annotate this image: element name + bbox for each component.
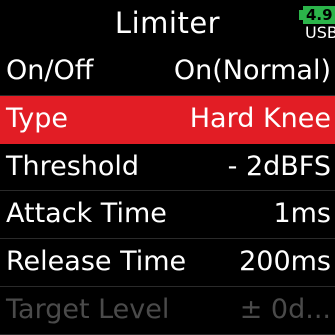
power-source-label: USB bbox=[305, 23, 335, 42]
menu-item-value: 200ms bbox=[239, 246, 331, 278]
menu-item-label: Threshold bbox=[6, 150, 140, 182]
battery-icon: 4.9 USB bbox=[299, 6, 335, 42]
menu-item-label: On/Off bbox=[6, 55, 94, 86]
menu-item-value: - 2dBFS bbox=[227, 150, 331, 182]
screen-title: Limiter bbox=[114, 6, 221, 40]
menu-item-value: 1ms bbox=[273, 198, 331, 230]
limiter-menu: On/Off On(Normal) Type Hard Knee Thresho… bbox=[0, 48, 335, 335]
menu-item-target-level: Target Level ± 0d... bbox=[0, 287, 335, 335]
menu-item-value: ± 0d... bbox=[239, 293, 331, 325]
menu-item-label: Release Time bbox=[6, 246, 187, 278]
menu-item-value: Hard Knee bbox=[189, 102, 331, 134]
menu-item-threshold[interactable]: Threshold - 2dBFS bbox=[0, 144, 335, 192]
menu-item-value: On(Normal) bbox=[173, 55, 331, 86]
header-bar: Limiter 4.9 USB bbox=[0, 0, 335, 48]
battery-voltage: 4.9 bbox=[303, 6, 335, 24]
menu-item-release-time[interactable]: Release Time 200ms bbox=[0, 239, 335, 287]
menu-item-label: Target Level bbox=[6, 293, 170, 325]
menu-item-label: Type bbox=[6, 102, 69, 134]
menu-item-on-off[interactable]: On/Off On(Normal) bbox=[0, 48, 335, 96]
menu-item-label: Attack Time bbox=[6, 198, 167, 230]
menu-item-type[interactable]: Type Hard Knee bbox=[0, 95, 335, 144]
menu-item-attack-time[interactable]: Attack Time 1ms bbox=[0, 191, 335, 240]
